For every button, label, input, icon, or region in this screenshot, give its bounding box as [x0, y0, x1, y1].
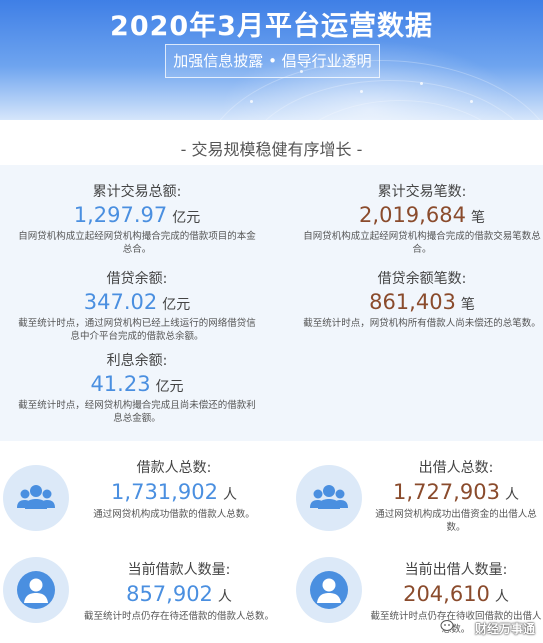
- stats-panel: 累计交易总额: 1,297.97 亿元 自网贷机构成立起经网贷机构撮合完成的借款项…: [0, 165, 543, 441]
- section-heading: - 交易规模稳健有序增长 -: [180, 140, 363, 159]
- people-unit: 人: [494, 589, 509, 605]
- stat-loan-balance-count: 借贷余额笔数: 861,403 笔 截至统计时点，网贷机构所有借款人尚未偿还的总笔…: [300, 268, 543, 330]
- stat-value: 347.02: [83, 290, 158, 314]
- people-value: 204,610: [403, 582, 490, 606]
- stat-description: 自网贷机构成立起经网贷机构撮合完成的借款项目的本金总合。: [18, 231, 256, 255]
- people-label: 借款人总数:: [136, 460, 212, 476]
- watermark: 财经万事通: [474, 622, 535, 636]
- user-icon: [17, 571, 55, 609]
- user-icon: [3, 557, 69, 623]
- user-icon: [296, 557, 362, 623]
- people-value: 1,727,903: [393, 480, 500, 504]
- people-borrowers-total: 借款人总数: 1,731,902 人 通过网贷机构成功借款的借款人总数。: [74, 457, 274, 521]
- people-description: 截至统计时点仍存在待还借款的借款人总数。: [84, 611, 275, 622]
- banner-dot: [250, 100, 253, 103]
- people-unit: 人: [504, 487, 519, 503]
- people-label: 当前出借人数量:: [404, 562, 508, 578]
- stat-description: 截至统计时点，经网贷机构撮合完成且尚未偿还的借款利息总金额。: [18, 400, 256, 424]
- people-value: 1,731,902: [111, 480, 218, 504]
- stat-interest-balance: 利息余额: 41.23 亿元 截至统计时点，经网贷机构撮合完成且尚未偿还的借款利息…: [14, 350, 260, 425]
- stat-value: 1,297.97: [73, 203, 168, 227]
- people-label: 出借人总数:: [418, 460, 494, 476]
- people-unit: 人: [222, 487, 237, 503]
- chat-bubble-icon: [440, 620, 454, 631]
- header-banner: 2020年3月平台运营数据 加强信息披露 • 倡导行业透明: [0, 0, 543, 120]
- stat-total-count: 累计交易笔数: 2,019,684 笔 自网贷机构成立起经网贷机构撮合完成的借款交…: [300, 181, 543, 256]
- user-icon: [310, 571, 348, 609]
- banner-dot: [420, 82, 423, 85]
- people-value: 857,902: [126, 582, 213, 606]
- people-description: 通过网贷机构成功借款的借款人总数。: [93, 509, 255, 520]
- stat-description: 截至统计时点，通过网贷机构已经上线运行的网络借贷信息中介平台完成的借款总余额。: [18, 318, 256, 342]
- stat-unit: 亿元: [155, 379, 184, 395]
- people-unit: 人: [217, 589, 232, 605]
- stat-value: 41.23: [90, 372, 151, 396]
- stat-description: 自网贷机构成立起经网贷机构撮合完成的借款交易笔数总合。: [303, 231, 541, 255]
- stat-label: 累计交易总额:: [92, 184, 182, 200]
- stat-unit: 笔: [470, 210, 485, 226]
- user-group-icon: [296, 465, 362, 531]
- stat-unit: 亿元: [162, 297, 191, 313]
- stat-unit: 亿元: [172, 210, 201, 226]
- stat-unit: 笔: [460, 297, 475, 313]
- user-group-icon: [310, 485, 348, 509]
- stat-label: 累计交易笔数:: [377, 184, 467, 200]
- people-label: 当前借款人数量:: [127, 562, 231, 578]
- stat-label: 利息余额:: [106, 353, 168, 369]
- people-borrowers-current: 当前借款人数量: 857,902 人 截至统计时点仍存在待还借款的借款人总数。: [84, 559, 274, 623]
- banner-dot: [470, 100, 473, 103]
- stat-label: 借贷余额笔数:: [377, 271, 467, 287]
- stat-label: 借贷余额:: [106, 271, 168, 287]
- stat-value: 861,403: [369, 290, 456, 314]
- user-group-icon: [3, 465, 69, 531]
- stat-description: 截至统计时点，网贷机构所有借款人尚未偿还的总笔数。: [303, 318, 541, 329]
- banner-dot: [360, 90, 363, 93]
- user-group-icon: [17, 485, 55, 509]
- page-subtitle: 加强信息披露 • 倡导行业透明: [165, 44, 380, 78]
- people-lenders-total: 出借人总数: 1,727,903 人 通过网贷机构成功出借资金的出借人总数。: [370, 457, 542, 534]
- stat-total-volume: 累计交易总额: 1,297.97 亿元 自网贷机构成立起经网贷机构撮合完成的借款项…: [14, 181, 260, 256]
- stat-loan-balance: 借贷余额: 347.02 亿元 截至统计时点，通过网贷机构已经上线运行的网络借贷信…: [14, 268, 260, 343]
- stat-value: 2,019,684: [359, 203, 466, 227]
- people-description: 通过网贷机构成功出借资金的出借人总数。: [375, 509, 537, 533]
- page-title: 2020年3月平台运营数据: [110, 11, 433, 42]
